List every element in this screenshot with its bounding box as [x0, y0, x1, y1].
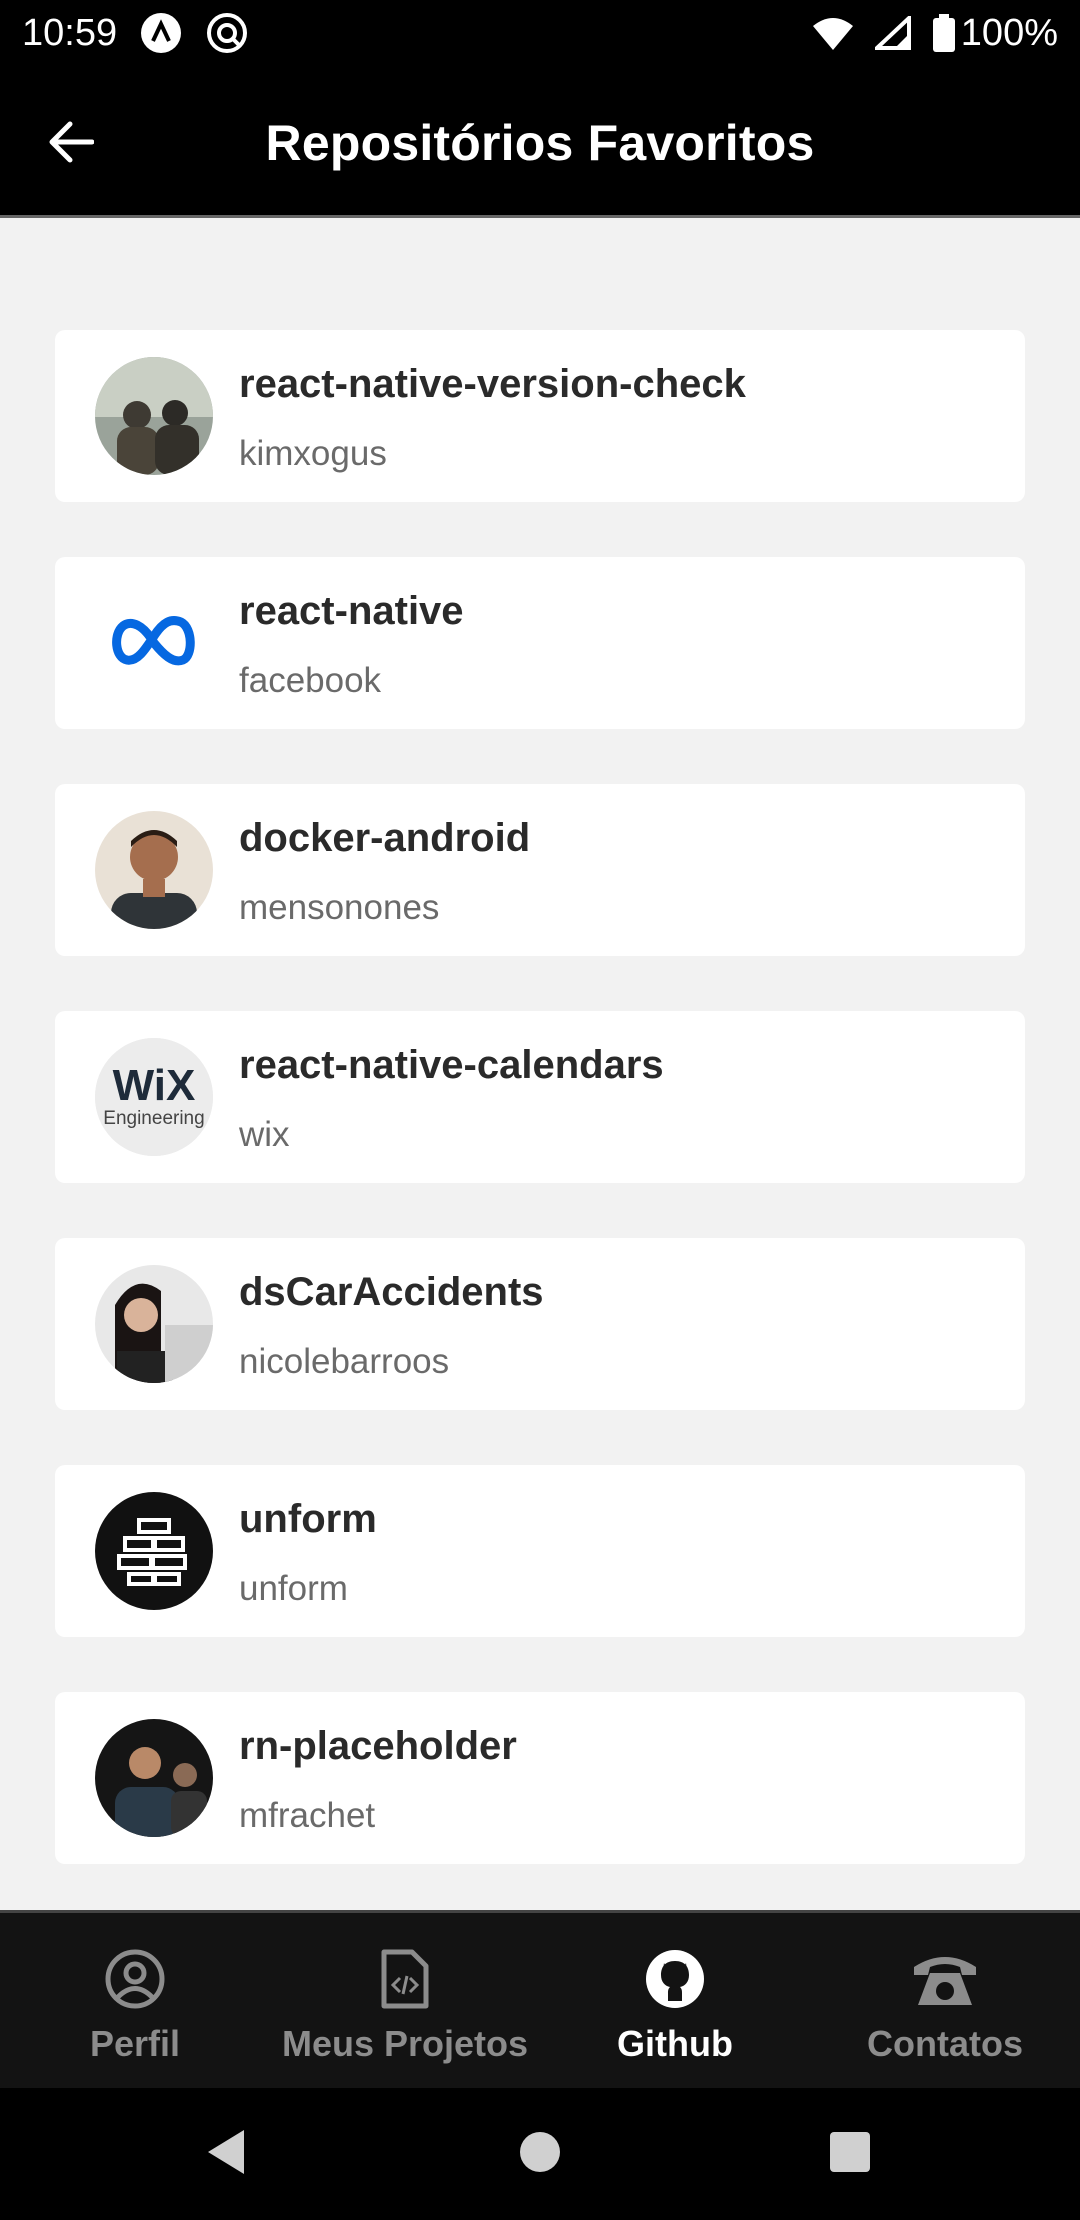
tab-perfil[interactable]: Perfil	[0, 1913, 270, 2088]
tab-label: Contatos	[867, 2023, 1023, 2064]
repo-owner: unform	[239, 1569, 348, 1608]
repo-card[interactable]: unform unform	[55, 1465, 1025, 1637]
repo-name: rn-placeholder	[239, 1724, 517, 1768]
repo-owner: mensonones	[239, 888, 440, 927]
repo-card[interactable]: docker-android mensonones	[55, 784, 1025, 956]
tab-contatos[interactable]: Contatos	[810, 1913, 1080, 2088]
repo-name: react-native-version-check	[239, 362, 746, 406]
wix-logo-icon: WiX Engineering	[95, 1038, 213, 1156]
app-notification-icon	[139, 11, 183, 55]
circle-home-icon	[520, 2132, 560, 2172]
repo-name: unform	[239, 1497, 377, 1541]
tab-label: Github	[617, 2023, 733, 2064]
repo-name: dsCarAccidents	[239, 1270, 544, 1314]
repo-owner: facebook	[239, 661, 382, 700]
repo-owner: nicolebarroos	[239, 1342, 450, 1381]
status-time: 10:59	[22, 11, 118, 54]
triangle-back-icon	[208, 2130, 244, 2174]
status-bar: 10:59 100%	[0, 0, 1080, 66]
nav-back-button[interactable]	[204, 2128, 248, 2181]
code-file-icon	[380, 1947, 430, 2011]
meta-logo-icon	[95, 584, 213, 702]
battery-percent: 100%	[960, 11, 1058, 54]
owner-avatar	[95, 811, 213, 929]
nav-recents-button[interactable]	[828, 2128, 872, 2181]
app-notification-icon-2	[205, 11, 249, 55]
bottom-tab-bar: Perfil Meus Projetos Github Contatos	[0, 1910, 1080, 2088]
wix-logo-text: WiX	[113, 1061, 196, 1110]
system-nav-bar	[0, 2088, 1080, 2220]
unform-logo-icon	[95, 1492, 213, 1610]
battery-icon	[932, 14, 955, 52]
repo-owner: kimxogus	[239, 434, 387, 473]
tab-label: Perfil	[89, 2023, 181, 2064]
wifi-icon	[812, 16, 853, 50]
repo-name: react-native	[239, 589, 464, 633]
wix-logo-subtext: Engineering	[103, 1108, 204, 1129]
phone-icon	[910, 1947, 980, 2011]
page-title: Repositórios Favoritos	[265, 115, 815, 171]
tab-meus-projetos[interactable]: Meus Projetos	[270, 1913, 540, 2088]
owner-avatar	[95, 1719, 213, 1837]
tab-github[interactable]: Github	[540, 1913, 810, 2088]
repo-owner: wix	[239, 1115, 290, 1154]
repo-card[interactable]: WiX Engineering react-native-calendars w…	[55, 1011, 1025, 1183]
repo-name: react-native-calendars	[239, 1043, 664, 1087]
owner-avatar	[95, 357, 213, 475]
repo-card[interactable]: react-native facebook	[55, 557, 1025, 729]
tab-label: Meus Projetos	[281, 2023, 529, 2064]
favorites-list[interactable]: react-native-version-check kimxogus reac…	[0, 218, 1080, 1910]
signal-icon	[874, 16, 911, 50]
repo-card[interactable]: dsCarAccidents nicolebarroos	[55, 1238, 1025, 1410]
repo-name: docker-android	[239, 816, 531, 860]
owner-avatar	[95, 1265, 213, 1383]
repo-owner: mfrachet	[239, 1796, 376, 1835]
square-recents-icon	[830, 2132, 870, 2172]
user-circle-icon	[104, 1947, 166, 2011]
nav-home-button[interactable]	[518, 2128, 562, 2181]
repo-card[interactable]: rn-placeholder mfrachet	[55, 1692, 1025, 1864]
repo-card[interactable]: react-native-version-check kimxogus	[55, 330, 1025, 502]
app-header: Repositórios Favoritos	[0, 66, 1080, 218]
github-icon	[645, 1947, 705, 2011]
